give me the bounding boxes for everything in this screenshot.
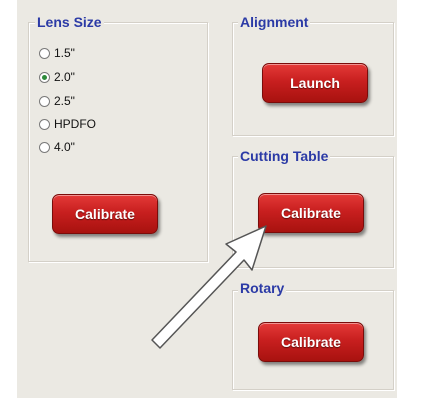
pointer-arrow-icon: [151, 225, 267, 349]
